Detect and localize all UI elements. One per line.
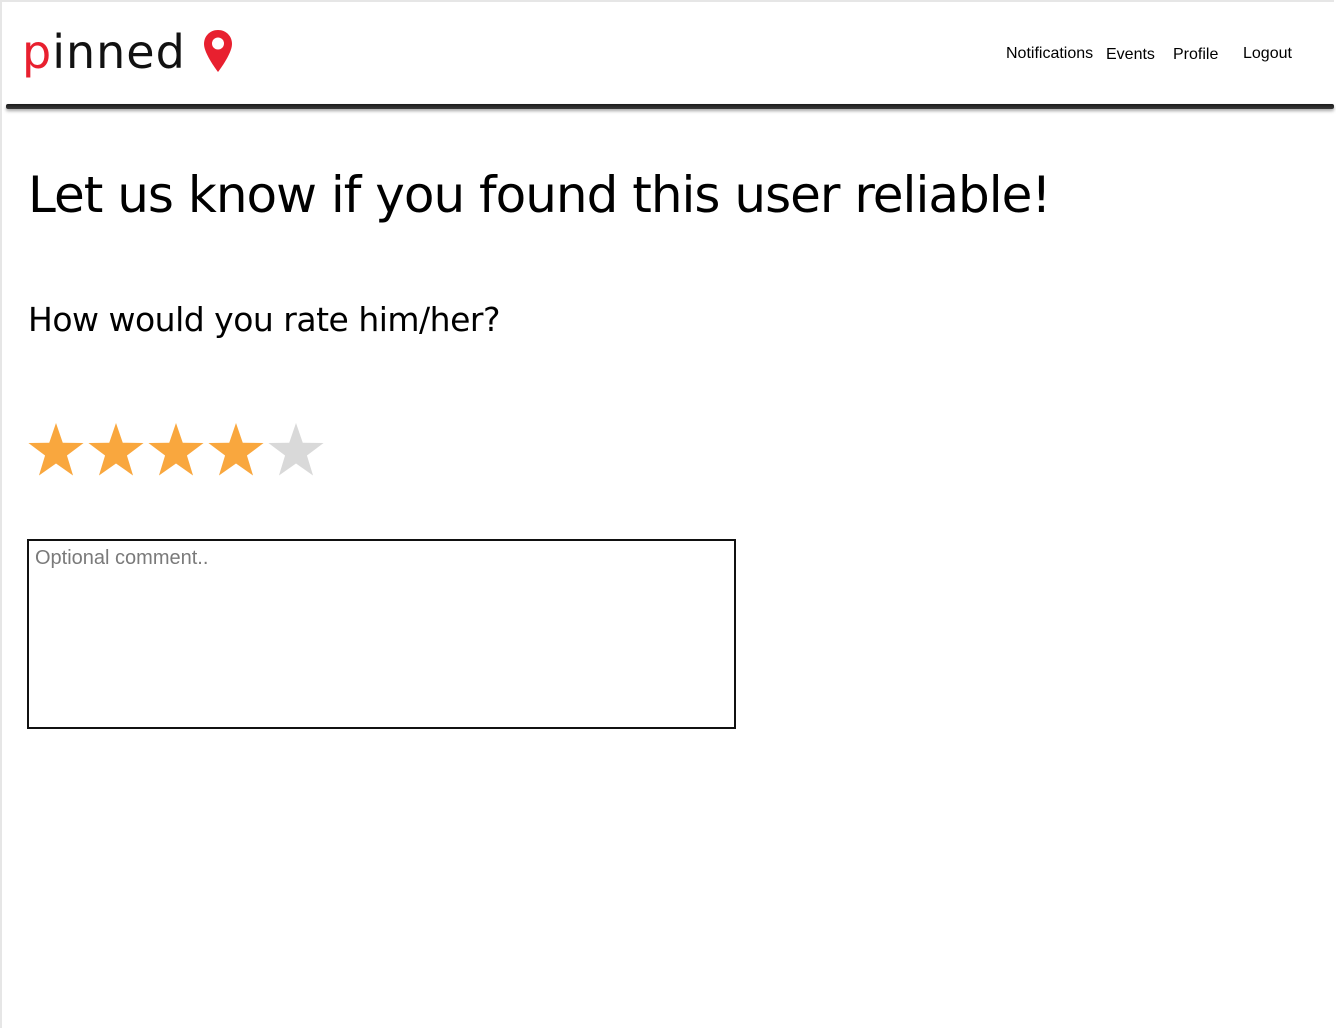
logo-text: pinned (22, 24, 186, 80)
nav-notifications[interactable]: Notifications (1006, 45, 1093, 63)
star-icon[interactable] (266, 420, 326, 480)
map-pin-icon (203, 30, 232, 72)
header-divider (6, 104, 1334, 109)
nav-logout[interactable]: Logout (1243, 45, 1292, 63)
brand-logo[interactable]: pinned (22, 24, 234, 80)
star-rating[interactable] (26, 420, 326, 480)
rating-question: How would you rate him/her? (28, 300, 500, 339)
star-icon[interactable] (86, 420, 146, 480)
star-icon[interactable] (26, 420, 86, 480)
page-frame (0, 0, 1334, 1028)
page-title: Let us know if you found this user relia… (28, 166, 1051, 224)
star-icon[interactable] (206, 420, 266, 480)
nav-events[interactable]: Events (1106, 46, 1155, 64)
logo-letter-p: p (22, 25, 53, 79)
comment-field[interactable] (27, 539, 736, 729)
nav-profile[interactable]: Profile (1173, 46, 1218, 64)
logo-text-rest: inned (52, 25, 186, 79)
star-icon[interactable] (146, 420, 206, 480)
